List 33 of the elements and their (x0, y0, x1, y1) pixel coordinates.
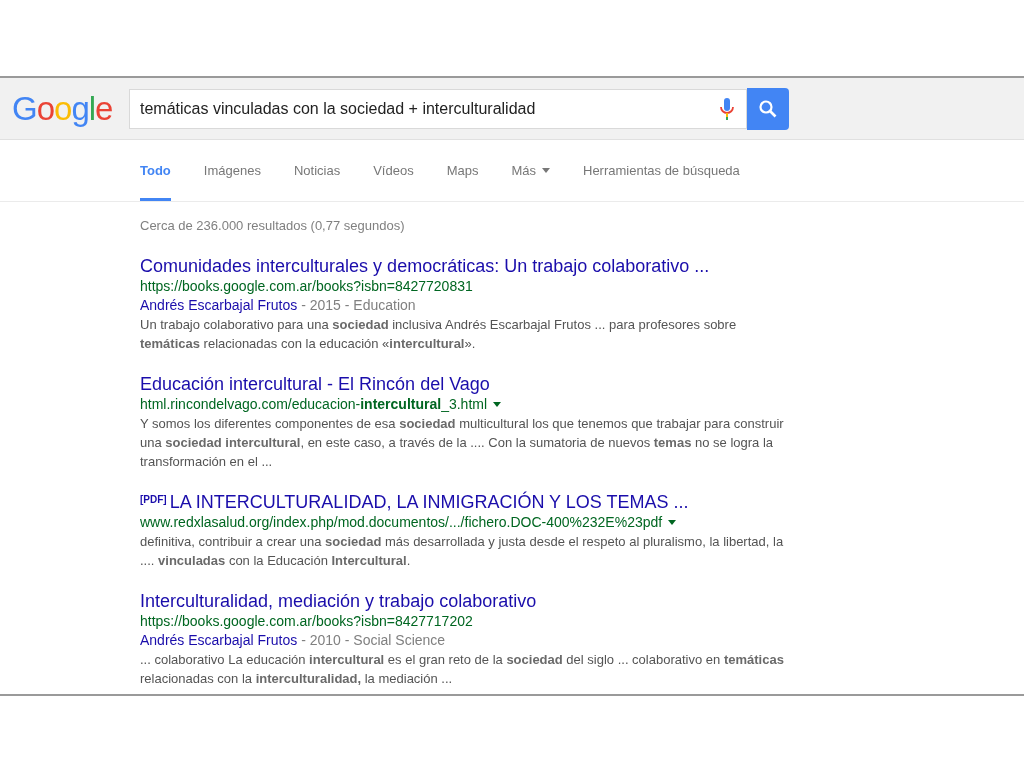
file-type-tag: [PDF] (140, 492, 167, 507)
search-icon (759, 99, 777, 118)
microphone-icon[interactable] (720, 97, 734, 120)
nav-tab[interactable]: Imágenes (203, 140, 261, 201)
search-button[interactable] (747, 87, 789, 130)
author-link[interactable]: Andrés Escarbajal Frutos (140, 631, 298, 650)
result-snippet: definitiva, contribuir a crear una sociedad más desarrollada y justa desde el respeto al pluralismo, la libertad, la .... vinculadas con la Educación Intercultural. (140, 533, 785, 570)
nav-tab[interactable]: Más (511, 140, 550, 201)
google-logo[interactable]: Google (12, 92, 120, 125)
result-meta: - 2015 - Education (301, 296, 416, 315)
result-stats: Cerca de 236.000 resultados (0,77 segundos) (140, 217, 406, 235)
result-snippet: ... colaborativo La educación intercultural es el gran reto de la sociedad del siglo ... colaborativo en temáticas relacionadas con la interculturalidad, la mediación ... (140, 651, 785, 688)
result-snippet: Un trabajo colaborativo para una sociedad inclusiva Andrés Escarbajal Frutos ... para profesores sobre temáticas relacionadas con la educación «intercultural». (140, 316, 738, 353)
search-field[interactable]: temáticas vinculadas con la sociedad + interculturalidad (129, 88, 747, 129)
nav-tab[interactable]: Vídeos (373, 140, 414, 201)
caret-icon[interactable] (493, 402, 502, 407)
result-title-link[interactable]: LA INTERCULTURALIDAD, LA INMIGRACIÓN Y LOS TEMAS ... (169, 491, 689, 513)
result-snippet: Y somos los diferentes componentes de esa sociedad multicultural los que tenemos que trabajar para construir una sociedad intercultural, en este caso, a través de la .... Con la sumatoria de nuevos temas no se logra la transformación en el ... (140, 415, 785, 471)
result-url: html.rincondelvago.com/educacion-intercultural_3.html (140, 395, 488, 414)
nav-tab[interactable]: Noticias (293, 140, 341, 201)
result-url: https://books.google.com.ar/books?isbn=8427717202 (140, 612, 473, 631)
caret-icon[interactable] (668, 520, 677, 525)
author-link[interactable]: Andrés Escarbajal Frutos (140, 296, 298, 315)
nav-tab[interactable]: Todo (140, 140, 171, 201)
nav-tab[interactable]: Herramientas de búsqueda (583, 140, 740, 201)
result-title-link[interactable]: Comunidades interculturales y democráticas: Un trabajo colaborativo ... (140, 255, 710, 277)
result-url: https://books.google.com.ar/books?isbn=8427720831 (140, 277, 473, 296)
result-title-link[interactable]: Interculturalidad, mediación y trabajo colaborativo (140, 590, 537, 612)
result-meta: - 2010 - Social Science (301, 631, 446, 650)
result-title-link[interactable]: Educación intercultural - El Rincón del Vago (140, 373, 490, 395)
result-url: www.redxlasalud.org/index.php/mod.documentos/.../fichero.DOC-400%232E%23pdf (140, 513, 663, 532)
nav-tab[interactable]: Maps (446, 140, 479, 201)
caret-icon[interactable] (542, 168, 550, 173)
